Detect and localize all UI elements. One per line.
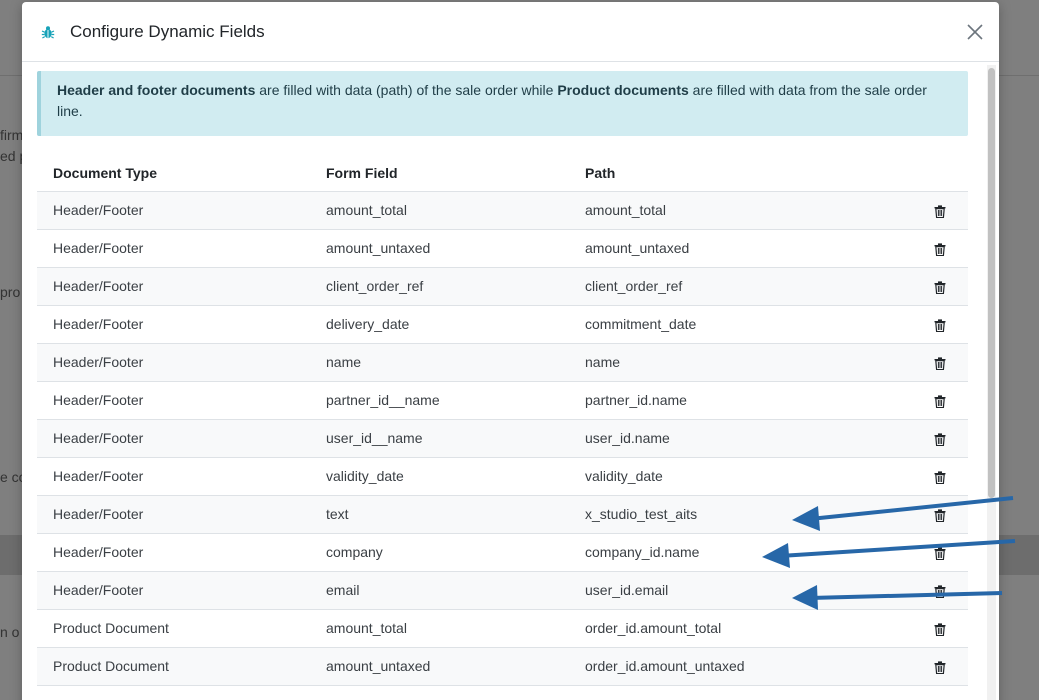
close-icon[interactable] — [965, 22, 985, 42]
cell-document-type[interactable]: Product Document — [37, 609, 310, 648]
cell-path[interactable]: order_id.amount_total — [569, 609, 899, 648]
trash-icon[interactable] — [934, 205, 946, 218]
cell-document-type[interactable]: Header/Footer — [37, 571, 310, 610]
cell-path[interactable]: partner_id.name — [569, 381, 899, 420]
cell-path[interactable]: validity_date — [569, 457, 899, 496]
cell-actions — [899, 267, 968, 306]
table-row[interactable]: Header/Footer validity_date validity_date — [37, 457, 968, 496]
table-row[interactable]: Header/Footer user_id__name user_id.name — [37, 419, 968, 458]
table-row[interactable]: Header/Footer company company_id.name — [37, 533, 968, 572]
cell-form-field[interactable]: partner_id__name — [310, 381, 569, 420]
table-row[interactable]: Header/Footer email user_id.email — [37, 571, 968, 610]
table-row[interactable]: Header/Footer delivery_date commitment_dat… — [37, 305, 968, 344]
info-alert: Header and footer documents are filled w… — [37, 71, 968, 136]
table-row[interactable]: Header/Footer amount_total amount_total — [37, 191, 968, 230]
cell-document-type[interactable]: Header/Footer — [37, 267, 310, 306]
cell-actions — [899, 647, 968, 686]
cell-path[interactable]: order_id.amount_untaxed — [569, 647, 899, 686]
cell-document-type[interactable]: Header/Footer — [37, 191, 310, 230]
trash-icon[interactable] — [934, 281, 946, 294]
table-row[interactable]: Header/Footer text x_studio_test_aits — [37, 495, 968, 534]
cell-actions — [899, 381, 968, 420]
cell-actions — [899, 419, 968, 458]
cell-actions — [899, 343, 968, 382]
cell-form-field[interactable]: amount_untaxed — [310, 647, 569, 686]
cell-actions — [899, 305, 968, 344]
alert-text: are filled with data (path) of the sale … — [255, 82, 558, 98]
cell-actions — [899, 495, 968, 534]
cell-form-field[interactable]: amount_total — [310, 191, 569, 230]
trash-icon[interactable] — [934, 623, 946, 636]
cell-path[interactable]: client_order_ref — [569, 267, 899, 306]
cell-path[interactable]: user_id.email — [569, 571, 899, 610]
cell-form-field[interactable]: user_id__name — [310, 419, 569, 458]
trash-icon[interactable] — [934, 357, 946, 370]
cell-path[interactable]: name — [569, 343, 899, 382]
trash-icon[interactable] — [934, 661, 946, 674]
modal-title: Configure Dynamic Fields — [70, 21, 265, 41]
cell-document-type[interactable]: Header/Footer — [37, 343, 310, 382]
cell-document-type[interactable]: Product Document — [37, 647, 310, 686]
cell-document-type[interactable]: Header/Footer — [37, 381, 310, 420]
trash-icon[interactable] — [934, 471, 946, 484]
table-row[interactable]: Product Document amount_untaxed order_id.a… — [37, 647, 968, 686]
trash-icon[interactable] — [934, 433, 946, 446]
cell-document-type[interactable]: Header/Footer — [37, 495, 310, 534]
bg-fragment: firm — [0, 127, 24, 143]
cell-form-field[interactable]: client_order_ref — [310, 267, 569, 306]
dynamic-fields-table: Document Type Form Field Path Header/Foo… — [37, 156, 968, 686]
column-header-path[interactable]: Path — [569, 156, 899, 192]
alert-bold-header-footer: Header and footer documents — [57, 82, 256, 98]
cell-actions — [899, 229, 968, 268]
table-row[interactable]: Header/Footer client_order_ref client_orde… — [37, 267, 968, 306]
cell-form-field[interactable]: company — [310, 533, 569, 572]
cell-document-type[interactable]: Header/Footer — [37, 533, 310, 572]
column-header-actions — [899, 156, 968, 192]
bg-fragment: n o — [0, 624, 20, 640]
cell-actions — [899, 457, 968, 496]
cell-actions — [899, 533, 968, 572]
cell-document-type[interactable]: Header/Footer — [37, 419, 310, 458]
cell-form-field[interactable]: text — [310, 495, 569, 534]
cell-form-field[interactable]: validity_date — [310, 457, 569, 496]
cell-path[interactable]: company_id.name — [569, 533, 899, 572]
cell-form-field[interactable]: name — [310, 343, 569, 382]
cell-actions — [899, 609, 968, 648]
cell-form-field[interactable]: amount_untaxed — [310, 229, 569, 268]
column-header-form-field[interactable]: Form Field — [310, 156, 569, 192]
modal-header: Configure Dynamic Fields — [22, 2, 999, 62]
column-header-document-type[interactable]: Document Type — [37, 156, 310, 192]
trash-icon[interactable] — [934, 243, 946, 256]
cell-path[interactable]: amount_untaxed — [569, 229, 899, 268]
cell-actions — [899, 191, 968, 230]
cell-path[interactable]: amount_total — [569, 191, 899, 230]
table-row[interactable]: Header/Footer amount_untaxed amount_untaxe… — [37, 229, 968, 268]
cell-form-field[interactable]: amount_total — [310, 609, 569, 648]
table-header-row: Document Type Form Field Path — [37, 156, 968, 192]
cell-document-type[interactable]: Header/Footer — [37, 457, 310, 496]
bg-fragment: pro — [0, 284, 21, 300]
cell-form-field[interactable]: email — [310, 571, 569, 610]
cell-path[interactable]: user_id.name — [569, 419, 899, 458]
cell-document-type[interactable]: Header/Footer — [37, 305, 310, 344]
cell-path[interactable]: x_studio_test_aits — [569, 495, 899, 534]
trash-icon[interactable] — [934, 395, 946, 408]
bug-icon — [40, 24, 56, 40]
table-row[interactable]: Header/Footer name name — [37, 343, 968, 382]
cell-form-field[interactable]: delivery_date — [310, 305, 569, 344]
cell-path[interactable]: commitment_date — [569, 305, 899, 344]
table-row[interactable]: Header/Footer partner_id__name partner_id.… — [37, 381, 968, 420]
trash-icon[interactable] — [934, 547, 946, 560]
trash-icon[interactable] — [934, 319, 946, 332]
cell-actions — [899, 571, 968, 610]
modal-body: Header and footer documents are filled w… — [22, 63, 999, 700]
configure-dynamic-fields-dialog: Configure Dynamic Fields Header and foot… — [22, 2, 999, 700]
cell-document-type[interactable]: Header/Footer — [37, 229, 310, 268]
trash-icon[interactable] — [934, 585, 946, 598]
alert-bold-product: Product documents — [557, 82, 689, 98]
trash-icon[interactable] — [934, 509, 946, 522]
table-row[interactable]: Product Document amount_total order_id.amo… — [37, 609, 968, 648]
